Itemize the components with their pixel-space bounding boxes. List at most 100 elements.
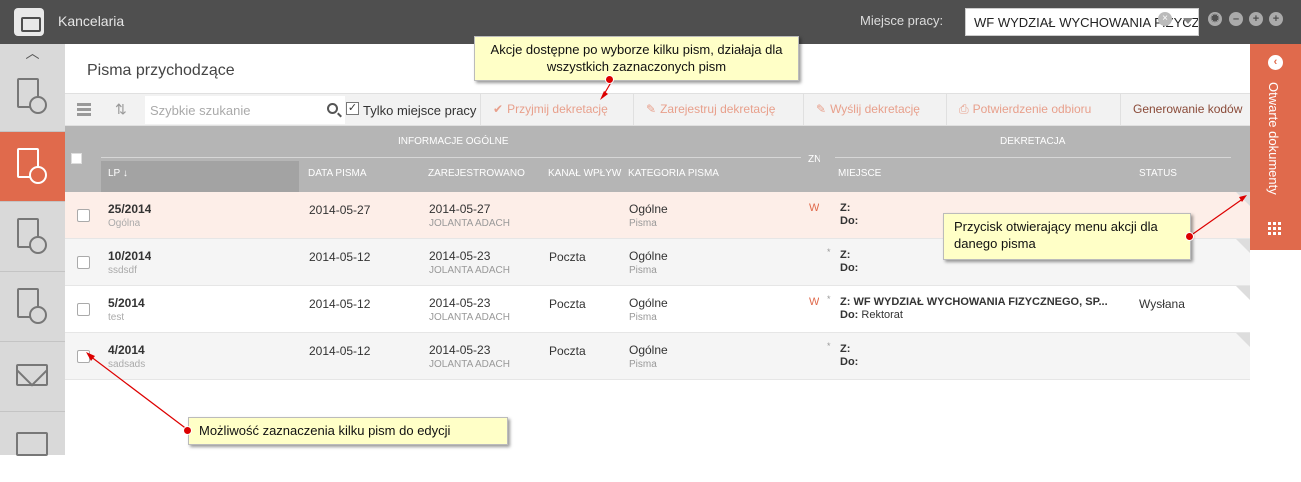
- only-workplace-checkbox[interactable]: ✓: [346, 102, 359, 115]
- sidebar-item-outgoing[interactable]: [0, 202, 65, 272]
- clear-icon[interactable]: ×: [1158, 12, 1172, 26]
- folder-icon: [16, 432, 48, 456]
- row-category: Ogólne: [629, 296, 668, 310]
- row-date: 2014-05-27: [309, 203, 371, 217]
- register-decree-button[interactable]: ✎ Zarejestruj dekretację: [633, 94, 803, 125]
- row-marker: *: [827, 341, 831, 351]
- row-category-sub: Pisma: [629, 359, 657, 370]
- col-kanal[interactable]: KANAŁ WPŁYWU: [548, 168, 622, 179]
- chevron-left-icon[interactable]: ‹: [1268, 55, 1283, 70]
- sort-icon[interactable]: ⇅: [115, 101, 127, 118]
- row-menu-icon[interactable]: [1236, 192, 1250, 206]
- check-icon: ✔: [493, 102, 504, 116]
- grid-view-icon[interactable]: [77, 103, 91, 117]
- workspace-label: Miejsce pracy:: [860, 13, 944, 28]
- col-data[interactable]: DATA PISMA: [308, 168, 418, 179]
- add-icon[interactable]: +: [1269, 12, 1283, 26]
- row-channel: Poczta: [549, 297, 586, 311]
- sidebar-item-incoming[interactable]: [0, 132, 65, 202]
- callout-row-menu: Przycisk otwierający menu akcji dla dane…: [943, 213, 1191, 260]
- col-status[interactable]: STATUS: [1139, 168, 1177, 179]
- print-icon: ⎙: [959, 102, 969, 116]
- row-checkbox[interactable]: [77, 303, 90, 316]
- table-row[interactable]: 5/2014 test 2014-05-12 2014-05-23 JOLANTA AD…: [65, 286, 1250, 333]
- row-subject: test: [108, 312, 125, 323]
- callout-multi-select: Możliwość zaznaczenia kilku pism do edyc…: [188, 417, 508, 445]
- edit-icon: ✎: [646, 102, 657, 116]
- edit-icon: ✎: [816, 102, 827, 116]
- row-date: 2014-05-12: [309, 250, 371, 264]
- row-subject: ssdsdf: [108, 265, 137, 276]
- sidebar-item-internal[interactable]: [0, 272, 65, 342]
- generate-codes-button[interactable]: Generowanie kodów: [1120, 94, 1250, 125]
- row-marker: *: [827, 247, 831, 257]
- row-menu-icon[interactable]: [1236, 286, 1250, 300]
- receipt-confirmation-button[interactable]: ⎙ Potwierdzenie odbioru: [946, 94, 1120, 125]
- grid-header: INFORMACJE OGÓLNE DEKRETACJA LP ↓ DATA P…: [65, 126, 1250, 192]
- col-zn[interactable]: ZN: [808, 154, 820, 165]
- row-registered: 2014-05-27: [429, 202, 491, 216]
- row-date: 2014-05-12: [309, 297, 371, 311]
- callout-marker: [183, 426, 192, 435]
- col-zarejestrowano[interactable]: ZAREJESTROWANO: [428, 168, 540, 179]
- row-menu-icon[interactable]: [1236, 239, 1250, 253]
- row-menu-icon[interactable]: [1236, 333, 1250, 347]
- mail-icon: [16, 364, 48, 386]
- group-header-dekretacja: DEKRETACJA: [1000, 136, 1066, 147]
- col-lp[interactable]: LP ↓: [108, 168, 128, 179]
- row-category-sub: Pisma: [629, 312, 657, 323]
- col-kategoria[interactable]: KATEGORIA PISMA: [628, 168, 778, 179]
- sidebar: ︿: [0, 44, 65, 456]
- search-icon[interactable]: [327, 103, 338, 114]
- document-incoming-icon: [17, 148, 47, 184]
- row-from: Z:: [840, 343, 851, 355]
- callout-marker: [605, 75, 614, 84]
- row-lp[interactable]: 25/2014: [108, 202, 151, 216]
- row-registered-by: JOLANTA ADACH: [429, 218, 510, 229]
- document-add-icon: [17, 78, 47, 114]
- sidebar-item-folder[interactable]: [0, 412, 65, 482]
- only-workplace-label: Tylko miejsce pracy: [363, 103, 477, 118]
- row-checkbox[interactable]: [77, 256, 90, 269]
- move-icon[interactable]: +: [1249, 12, 1263, 26]
- chevron-down-icon[interactable]: [1183, 18, 1193, 24]
- row-category-sub: Pisma: [629, 218, 657, 229]
- table-row[interactable]: 4/2014 sadsads 2014-05-12 2014-05-23 JOLANTA…: [65, 333, 1250, 380]
- row-to: Do:: [840, 215, 859, 227]
- row-checkbox[interactable]: [77, 350, 90, 363]
- search-input[interactable]: [145, 96, 345, 124]
- callout-marker: [1185, 232, 1194, 241]
- row-to: Do:: [840, 356, 859, 368]
- col-miejsce[interactable]: MIEJSCE: [838, 168, 881, 179]
- gear-icon[interactable]: ✹: [1208, 12, 1222, 26]
- minimize-icon[interactable]: –: [1229, 12, 1243, 26]
- row-registered: 2014-05-23: [429, 249, 491, 263]
- row-from: Z: WF WYDZIAŁ WYCHOWANIA FIZYCZNEGO, SP.…: [840, 296, 1108, 308]
- row-category-sub: Pisma: [629, 265, 657, 276]
- row-lp[interactable]: 5/2014: [108, 296, 145, 310]
- document-outgoing-icon: [17, 218, 47, 254]
- app-logo-icon: [14, 8, 44, 36]
- row-to: Do:: [840, 262, 859, 274]
- app-title: Kancelaria: [58, 13, 125, 29]
- select-all-checkbox[interactable]: [71, 153, 82, 164]
- row-lp[interactable]: 4/2014: [108, 343, 145, 357]
- row-lp[interactable]: 10/2014: [108, 249, 151, 263]
- open-documents-label: Otwarte dokumenty: [1266, 82, 1281, 195]
- row-registered: 2014-05-23: [429, 343, 491, 357]
- group-header-info: INFORMACJE OGÓLNE: [398, 136, 509, 147]
- chevron-up-icon[interactable]: ︿: [0, 44, 65, 62]
- sidebar-item-mail[interactable]: [0, 342, 65, 412]
- sidebar-item-new-document[interactable]: [0, 62, 65, 132]
- row-subject: Ogólna: [108, 218, 141, 229]
- row-marker: *: [827, 294, 831, 304]
- row-category: Ogólne: [629, 249, 668, 263]
- send-decree-button[interactable]: ✎ Wyślij dekretację: [803, 94, 946, 125]
- row-checkbox[interactable]: [77, 209, 90, 222]
- row-registered-by: JOLANTA ADACH: [429, 359, 510, 370]
- page-title: Pisma przychodzące: [87, 62, 235, 79]
- row-registered-by: JOLANTA ADACH: [429, 312, 510, 323]
- accept-decree-button[interactable]: ✔ Przyjmij dekretację: [480, 94, 633, 125]
- grid-icon[interactable]: [1268, 222, 1282, 236]
- open-documents-panel[interactable]: ‹ Otwarte dokumenty: [1250, 44, 1301, 250]
